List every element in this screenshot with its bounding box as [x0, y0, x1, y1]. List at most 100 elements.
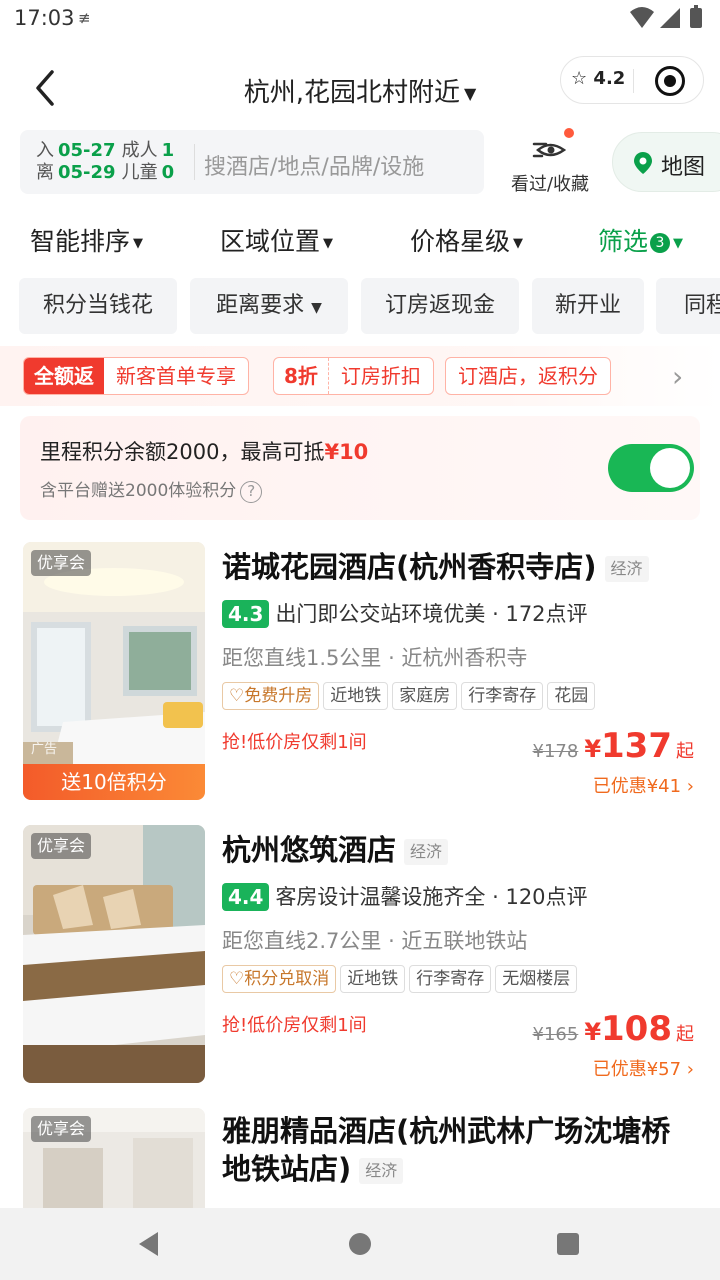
- price: ¥178 ¥137 起: [533, 726, 695, 766]
- points-toggle[interactable]: [608, 444, 694, 492]
- old-price: ¥178: [532, 741, 579, 762]
- seen-label: 看过/收藏: [510, 174, 590, 195]
- location-text: 杭州,花园北村附近: [243, 78, 460, 108]
- distance-row: 距您直线1.5公里 · 近杭州香积寺: [222, 646, 528, 670]
- sort-filter-label: 筛选: [598, 227, 649, 256]
- diamond-heart-icon: ♡: [229, 969, 245, 989]
- hotel-card[interactable]: 优享会 广告 送10倍积分 诺城花园酒店(杭州香积寺店) 经济 4.3 出门即公交站…: [0, 542, 720, 812]
- price-from-label: 起: [676, 1024, 694, 1045]
- old-price: ¥165: [532, 1024, 579, 1045]
- capsule-rating: 4.2: [593, 68, 626, 89]
- points-card: 里程积分余额2000，最高可抵¥10 含平台赠送2000体验积分?: [20, 416, 700, 520]
- hotel-tag-text: 积分兑取消: [244, 969, 330, 989]
- sort-area[interactable]: 区域位置 ▼: [220, 222, 333, 258]
- checkout-date: 05-29: [58, 162, 116, 183]
- hotel-score: 4.3: [222, 600, 270, 628]
- promo-tag2-text: 订房折扣: [340, 364, 421, 388]
- map-label: 地图: [661, 155, 706, 180]
- chevron-right-icon[interactable]: ›: [672, 360, 683, 393]
- caret-down-icon: ▼: [463, 84, 477, 103]
- hotel-tag: 近地铁: [340, 965, 406, 993]
- sort-bar: 智能排序 ▼ 区域位置 ▼ 价格星级 ▼ 筛选 3 ▼: [0, 218, 720, 262]
- rating-row: 4.3 出门即公交站环境优美 · 172点评: [222, 598, 588, 628]
- hotel-name-text: 诺城花园酒店(杭州香积寺店): [222, 550, 597, 584]
- hotel-name-text: 杭州悠筑酒店: [222, 833, 397, 867]
- hotel-tag-text: 免费升房: [244, 686, 313, 706]
- promo-tag3-text: 订酒店，返积分: [458, 364, 598, 388]
- search-input[interactable]: 搜酒店/地点/品牌/设施: [204, 149, 424, 181]
- hotel-photo[interactable]: 优享会 广告 送10倍积分: [23, 542, 205, 800]
- child-count: 0: [161, 162, 175, 183]
- hotel-card[interactable]: 优享会 杭州悠筑酒店 经济 4.4 客房设计温馨设施齐全 · 120点评 距您直线2…: [0, 825, 720, 1095]
- chip-cashback[interactable]: 订房返现金: [361, 278, 519, 334]
- seen-favorites-button[interactable]: 看过/收藏: [500, 128, 600, 200]
- signal-battery-icons: [628, 4, 708, 38]
- checkin-label: 入: [36, 140, 54, 161]
- promo-tag-discount[interactable]: 8折 订房折扣: [273, 357, 434, 395]
- sort-filter[interactable]: 筛选 3 ▼: [598, 222, 683, 258]
- chevron-right-icon: ›: [681, 776, 694, 797]
- chip-distance-label: 距离要求: [216, 293, 305, 318]
- hotel-photo[interactable]: 优享会: [23, 1108, 205, 1208]
- hotel-name: 杭州悠筑酒店 经济: [222, 831, 702, 869]
- chevron-right-icon: ›: [681, 1059, 694, 1080]
- status-bar: 17:03 ≢: [0, 0, 720, 38]
- price: ¥165 ¥108 起: [533, 1009, 695, 1049]
- triangle-down-icon: ▼: [311, 300, 322, 316]
- child-label: 儿童: [121, 162, 158, 183]
- nav-back-icon[interactable]: [136, 1230, 162, 1258]
- date-picker[interactable]: 入 05-27 成人 1 离 05-29 儿童 0: [36, 140, 174, 184]
- chip-points[interactable]: 积分当钱花: [19, 278, 177, 334]
- hotel-score: 4.4: [222, 883, 270, 911]
- vip-badge: 优享会: [31, 833, 92, 859]
- promo-strip[interactable]: 全额返 新客首单专享 8折 订房折扣 订酒店，返积分 ›: [0, 346, 720, 406]
- diamond-heart-icon: ♡: [229, 686, 245, 706]
- discount-text: 已优惠¥41: [592, 776, 682, 797]
- discount-link[interactable]: 已优惠¥57 ›: [593, 1055, 694, 1081]
- close-target-icon[interactable]: [655, 66, 685, 96]
- tag-row: ♡免费升房 近地铁 家庭房 行李寄存 花园: [222, 682, 599, 712]
- points-balance: 里程积分余额2000，最高可抵¥10: [40, 436, 368, 466]
- hotel-tag: 家庭房: [392, 682, 458, 710]
- currency-symbol: ¥: [584, 1018, 602, 1046]
- promo-tag2-strong: 8折: [274, 358, 329, 394]
- promo-tag-points[interactable]: 订酒店，返积分: [445, 357, 611, 395]
- hotel-comment: 出门即公交站环境优美 · 172点评: [275, 602, 588, 626]
- hotel-card[interactable]: 优享会 雅朋精品酒店(杭州武林广场沈塘桥 地铁站店) 经济: [0, 1108, 720, 1208]
- vip-badge: 优享会: [31, 550, 92, 576]
- checkout-label: 离: [36, 162, 54, 183]
- map-button[interactable]: 地图: [612, 132, 720, 192]
- discount-link[interactable]: 已优惠¥41 ›: [593, 772, 694, 798]
- chip-tongcheng[interactable]: 同程: [656, 278, 720, 334]
- triangle-down-icon: ▼: [673, 235, 684, 251]
- rating-row: 4.4 客房设计温馨设施齐全 · 120点评: [222, 881, 588, 911]
- nav-recents-icon[interactable]: [556, 1232, 580, 1256]
- nav-home-icon[interactable]: [348, 1232, 372, 1256]
- search-row: 入 05-27 成人 1 离 05-29 儿童 0 搜酒店/地点/品牌/设施 看过/收藏 地…: [0, 128, 720, 200]
- hotel-tag: 无烟楼层: [495, 965, 578, 993]
- hotel-name-line2: 地铁站店): [222, 1152, 352, 1186]
- star-icon: ☆: [571, 68, 588, 89]
- price-from-label: 起: [676, 741, 694, 762]
- hotel-comment: 客房设计温馨设施齐全 · 120点评: [275, 885, 588, 909]
- rating-button[interactable]: ☆ 4.2: [571, 68, 625, 89]
- bonus-banner: 送10倍积分: [23, 764, 205, 800]
- sort-smart-label: 智能排序: [30, 227, 131, 256]
- current-price: 108: [601, 1009, 672, 1049]
- chip-new-open[interactable]: 新开业: [532, 278, 644, 334]
- triangle-down-icon: ▼: [323, 235, 334, 251]
- sort-price[interactable]: 价格星级 ▼: [410, 222, 523, 258]
- hotel-photo[interactable]: 优享会: [23, 825, 205, 1083]
- points-note: 含平台赠送2000体验积分?: [40, 476, 263, 503]
- adult-count: 1: [161, 140, 175, 161]
- search-box[interactable]: 入 05-27 成人 1 离 05-29 儿童 0 搜酒店/地点/品牌/设施: [20, 130, 484, 194]
- help-icon[interactable]: ?: [240, 481, 263, 503]
- toggle-knob: [650, 448, 690, 488]
- sort-smart[interactable]: 智能排序 ▼: [30, 222, 143, 258]
- discount-text: 已优惠¥57: [592, 1059, 682, 1080]
- hotel-tag: 行李寄存: [409, 965, 492, 993]
- promo-tag-full-return[interactable]: 全额返 新客首单专享: [23, 357, 249, 395]
- hotel-room-image: [23, 542, 205, 800]
- hotel-level: 经济: [359, 1158, 404, 1184]
- chip-distance[interactable]: 距离要求 ▼: [190, 278, 348, 334]
